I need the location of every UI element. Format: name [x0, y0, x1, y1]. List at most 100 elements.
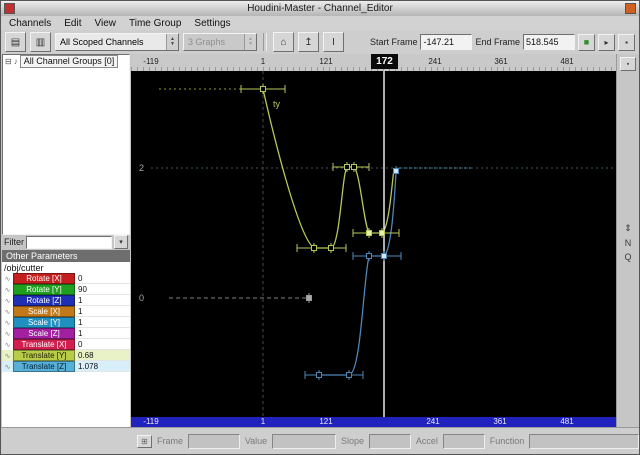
parameter-label[interactable]: Scale [X]	[13, 306, 75, 317]
channel-graph-icon: ∿	[4, 330, 11, 338]
tz-keyframe[interactable]	[381, 253, 387, 259]
slope-field-label: Slope	[340, 436, 365, 446]
channel-graph-icon: ∿	[4, 297, 11, 305]
filter-input[interactable]	[26, 235, 112, 249]
pan-vertical-icon[interactable]: ⇕	[624, 223, 632, 234]
channel-graph[interactable]: ty 2 0	[131, 71, 617, 417]
ruler-tick-label: 121	[319, 57, 333, 66]
range-option-icon[interactable]: ▪	[618, 33, 635, 51]
tz-keyframe[interactable]	[393, 168, 399, 174]
parameter-value[interactable]: 1	[75, 295, 130, 306]
scoped-channels-select[interactable]: All Scoped Channels ▲ ▼	[55, 33, 179, 51]
menu-channels[interactable]: Channels	[9, 18, 51, 29]
channel-groups-root-label[interactable]: All Channel Groups [0]	[19, 55, 119, 68]
spinner-icon[interactable]: ▲ ▼	[166, 34, 178, 50]
ty-keyframe[interactable]	[351, 164, 357, 170]
current-frame-indicator[interactable]: 172	[371, 54, 398, 69]
spinner-icon: ▲ ▼	[244, 34, 256, 50]
toolbar-separator	[263, 33, 267, 51]
parameter-value[interactable]: 0	[75, 339, 130, 350]
text-tool-icon[interactable]: I	[323, 32, 344, 52]
ty-keyframe[interactable]	[260, 86, 266, 92]
menu-settings[interactable]: Settings	[194, 18, 230, 29]
parameter-label[interactable]: Rotate [X]	[13, 273, 75, 284]
group-list-icon[interactable]: ▥	[30, 32, 51, 52]
parameter-row[interactable]: ∿ Rotate [Z] 1	[2, 295, 130, 306]
close-button[interactable]	[4, 3, 15, 14]
window-menu-button[interactable]	[625, 3, 636, 14]
frame-all-icon[interactable]: ↥	[298, 32, 319, 52]
zoom-icon[interactable]: Q	[624, 252, 631, 262]
other-parameters-header: Other Parameters	[2, 250, 130, 262]
playbar-option-icon[interactable]: ▸	[598, 33, 615, 51]
parameter-label[interactable]: Scale [Y]	[13, 317, 75, 328]
menu-view[interactable]: View	[95, 18, 117, 29]
parameter-label[interactable]: Translate [Z]	[13, 361, 75, 372]
channel-group-tree[interactable]: ⊟ ♪ All Channel Groups [0]	[2, 54, 130, 235]
ruler-tick-label: -119	[143, 57, 159, 66]
playbar[interactable]: -119 1 121 241 361 481	[131, 417, 617, 427]
ty-curve-label: ty	[273, 99, 281, 109]
expand-icon[interactable]: ⊟	[5, 57, 12, 66]
end-frame-input[interactable]	[523, 34, 575, 50]
ty-keyframe[interactable]	[366, 230, 372, 236]
node-path[interactable]: /obj/cutter	[2, 262, 130, 273]
menu-edit[interactable]: Edit	[64, 18, 81, 29]
tz-keyframe[interactable]	[316, 372, 322, 378]
parameter-value[interactable]: 1	[75, 306, 130, 317]
parameter-row[interactable]: ∿ Rotate [Y] 90	[2, 284, 130, 295]
parameter-value[interactable]: 0	[75, 273, 130, 284]
tz-keyframe[interactable]	[346, 372, 352, 378]
channel-graph-icon: ∿	[4, 275, 11, 283]
note-icon: ♪	[13, 57, 18, 66]
normalize-icon[interactable]: N	[625, 238, 632, 248]
strip-option-icon[interactable]: ▪	[620, 57, 636, 71]
ruler-tick-label: 361	[494, 57, 508, 66]
parameter-label[interactable]: Rotate [Y]	[13, 284, 75, 295]
parameter-row[interactable]: ∿ Scale [Y] 1	[2, 317, 130, 328]
ty-keyframe[interactable]	[379, 230, 385, 236]
parameter-row[interactable]: ∿ Translate [Y] 0.68	[2, 350, 130, 361]
start-frame-input[interactable]	[420, 34, 473, 50]
channel-list-icon[interactable]: ▤	[5, 32, 26, 52]
ty-curve[interactable]	[262, 88, 395, 249]
window-title: Houdini-Master - Channel_Editor	[247, 3, 393, 14]
parameter-value[interactable]: 1.078	[75, 361, 130, 372]
set-keyframe-icon[interactable]: ■	[578, 33, 595, 51]
parameter-value[interactable]: 1	[75, 328, 130, 339]
ruler-tick-label: 241	[428, 57, 442, 66]
channel-graph-icon: ∿	[4, 286, 11, 294]
parameter-row[interactable]: ∿ Scale [Z] 1	[2, 328, 130, 339]
frame-range-group: Start Frame End Frame ■ ▸ ▪	[370, 33, 635, 51]
parameter-label[interactable]: Rotate [Z]	[13, 295, 75, 306]
ty-keyframe[interactable]	[344, 164, 350, 170]
tz-keyframe[interactable]	[366, 253, 372, 259]
channel-graph-icon: ∿	[4, 341, 11, 349]
menu-time-group[interactable]: Time Group	[129, 18, 181, 29]
ty-keyframe[interactable]	[328, 245, 334, 251]
parameter-label[interactable]: Translate [X]	[13, 339, 75, 350]
parameter-value[interactable]: 1	[75, 317, 130, 328]
key-edit-icon: ⊞	[137, 434, 152, 448]
parameter-row[interactable]: ∿ Scale [X] 1	[2, 306, 130, 317]
ty-keyframe[interactable]	[311, 245, 317, 251]
parameter-row[interactable]: ∿ Rotate [X] 0	[2, 273, 130, 284]
zero-keyframe[interactable]	[306, 295, 312, 301]
parameter-row[interactable]: ∿ Translate [X] 0	[2, 339, 130, 350]
accel-field-label: Accel	[415, 436, 438, 446]
parameter-label[interactable]: Translate [Y]	[13, 350, 75, 361]
parameter-value[interactable]: 0.68	[75, 350, 130, 361]
channel-graph-icon: ∿	[4, 308, 11, 316]
y-axis-label: 2	[139, 163, 144, 173]
titlebar: Houdini-Master - Channel_Editor	[1, 1, 639, 17]
parameter-row[interactable]: ∿ Translate [Z] 1.078	[2, 361, 130, 372]
parameter-value[interactable]: 90	[75, 284, 130, 295]
playbar-tick-label: 1	[260, 417, 266, 426]
filter-dropdown-icon[interactable]: ▾	[114, 235, 128, 249]
graph-canvas[interactable]: ty 2 0	[131, 71, 617, 417]
parameter-label[interactable]: Scale [Z]	[13, 328, 75, 339]
home-view-icon[interactable]: ⌂	[273, 32, 294, 52]
tree-row-all-channel-groups[interactable]: ⊟ ♪ All Channel Groups [0]	[3, 55, 129, 68]
right-toolbar: ▪ ⇕ N Q	[616, 54, 639, 427]
playbar-tick-label: 361	[493, 417, 507, 426]
